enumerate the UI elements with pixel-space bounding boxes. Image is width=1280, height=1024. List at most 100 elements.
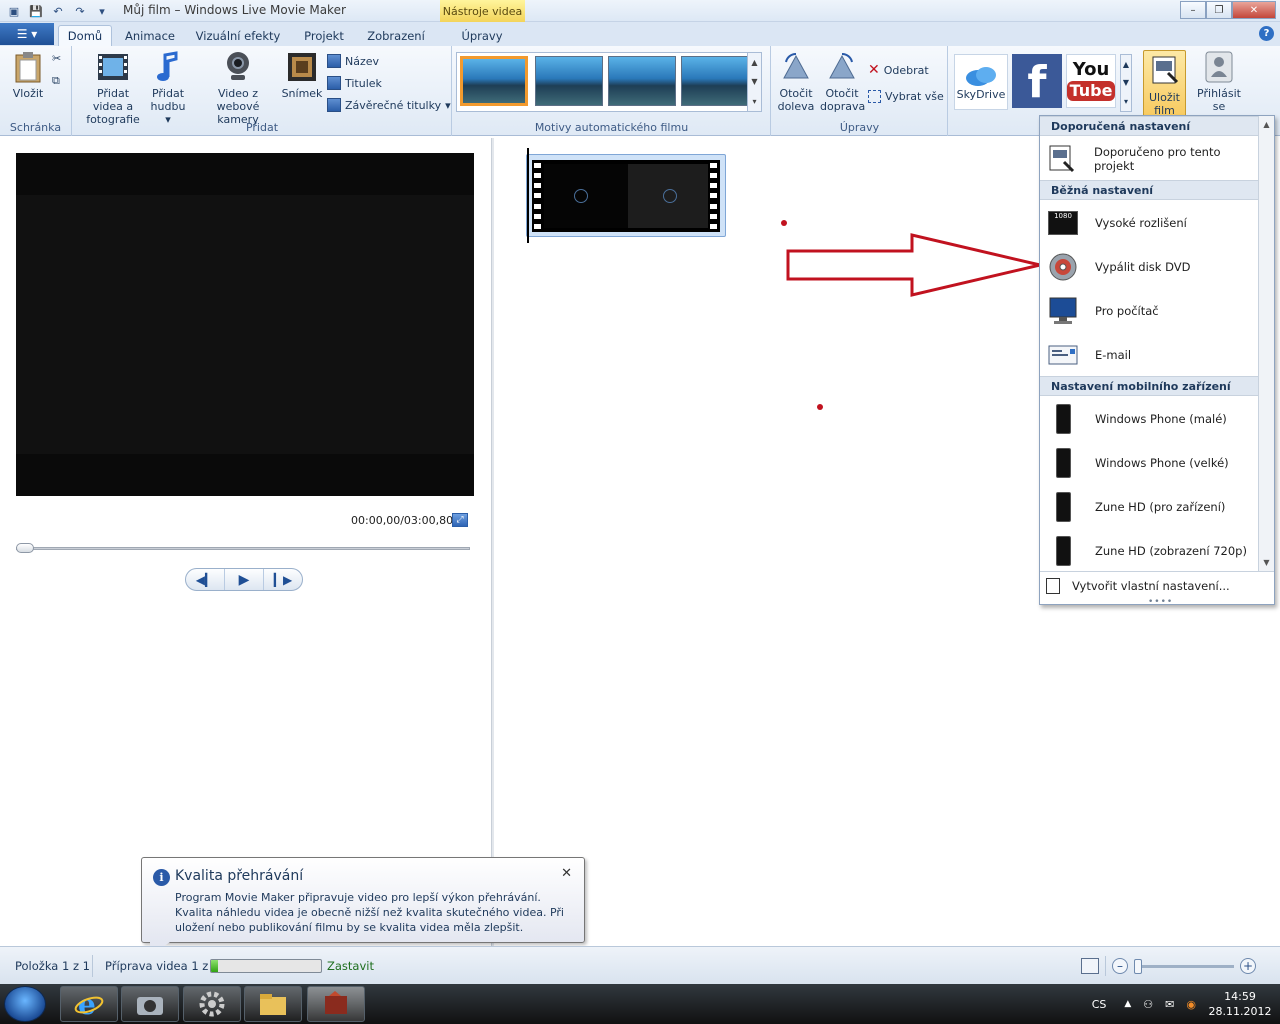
- theme-thumbnail[interactable]: [460, 56, 528, 106]
- tab-view[interactable]: Zobrazení: [360, 25, 432, 46]
- video-preview[interactable]: [16, 153, 474, 496]
- file-explorer-icon[interactable]: [244, 986, 302, 1022]
- maximize-button[interactable]: ❐: [1206, 1, 1232, 19]
- storyboard-clip[interactable]: [526, 154, 726, 237]
- menu-item-zune-hd-720p[interactable]: Zune HD (zobrazení 720p): [1040, 529, 1259, 573]
- remove-button[interactable]: ✕ Odebrat: [868, 62, 929, 78]
- snapshot-button[interactable]: Snímek: [281, 50, 323, 100]
- app-icon[interactable]: ▣: [6, 3, 22, 19]
- menu-item-windows-phone-large[interactable]: Windows Phone (velké): [1040, 441, 1259, 485]
- youtube-logo-tube: Tube: [1066, 81, 1116, 101]
- title-button[interactable]: Název: [327, 54, 379, 68]
- help-icon[interactable]: ?: [1259, 26, 1274, 41]
- theme-thumbnail[interactable]: [608, 56, 676, 106]
- theme-thumbnail[interactable]: [535, 56, 603, 106]
- seek-bar[interactable]: [16, 547, 470, 550]
- caption-icon: [327, 76, 341, 90]
- credits-button[interactable]: Závěrečné titulky ▾: [327, 98, 451, 112]
- expand-gallery-icon[interactable]: ▾: [1124, 97, 1128, 106]
- add-music-button[interactable]: Přidat hudbu ▾: [147, 50, 189, 126]
- timecode: 00:00,00/03:00,80: [351, 514, 454, 527]
- customize-qat-icon[interactable]: ▾: [94, 3, 110, 19]
- menu-scrollbar[interactable]: ▲ ▼: [1258, 116, 1274, 571]
- webcam-video-button[interactable]: Video z webové kamery: [195, 50, 281, 126]
- share-gallery-scroll[interactable]: ▲ ▼ ▾: [1120, 54, 1132, 112]
- scroll-down-icon[interactable]: ▼: [1263, 558, 1269, 567]
- previous-frame-icon[interactable]: ◀▎: [186, 569, 225, 590]
- movie-maker-taskbar-icon[interactable]: [307, 986, 365, 1022]
- menu-item-label: Vysoké rozlišení: [1095, 216, 1187, 230]
- menu-item-recommended[interactable]: Doporučeno pro tento projekt: [1040, 137, 1259, 181]
- menu-item-email[interactable]: E-mail: [1040, 333, 1259, 377]
- menu-item-burn-dvd[interactable]: Vypálit disk DVD: [1040, 245, 1259, 289]
- zoom-out-icon[interactable]: –: [1112, 958, 1128, 974]
- copy-icon[interactable]: ⧉: [52, 74, 60, 88]
- tab-project[interactable]: Projekt: [296, 25, 352, 46]
- stop-link[interactable]: Zastavit: [327, 959, 374, 973]
- rotate-left-button[interactable]: Otočit doleva: [776, 50, 816, 113]
- skydrive-button[interactable]: SkyDrive: [954, 54, 1008, 110]
- mail-icon[interactable]: ✉: [1165, 998, 1174, 1011]
- avast-icon[interactable]: ◉: [1186, 998, 1196, 1011]
- scroll-down-icon[interactable]: ▼: [751, 77, 757, 86]
- expand-gallery-icon[interactable]: ▾: [752, 97, 756, 106]
- redo-icon[interactable]: ↷: [72, 3, 88, 19]
- minimize-button[interactable]: –: [1180, 1, 1206, 19]
- internet-explorer-icon[interactable]: e: [60, 986, 118, 1022]
- menu-section-mobile: Nastavení mobilního zařízení: [1040, 376, 1259, 396]
- add-videos-button[interactable]: Přidat videa a fotografie: [81, 50, 145, 126]
- paste-button[interactable]: Vložit: [8, 50, 48, 100]
- zoom-in-icon[interactable]: +: [1240, 958, 1256, 974]
- youtube-button[interactable]: You Tube: [1066, 54, 1116, 108]
- fullscreen-icon[interactable]: ⤢: [452, 513, 468, 527]
- facebook-button[interactable]: f: [1012, 54, 1062, 108]
- network-icon[interactable]: ⚇: [1143, 998, 1153, 1011]
- zoom-slider[interactable]: [1134, 958, 1234, 974]
- show-hidden-icons-icon[interactable]: ▲: [1124, 999, 1131, 1009]
- menu-item-zune-hd-device[interactable]: Zune HD (pro zařízení): [1040, 485, 1259, 529]
- seek-handle[interactable]: [16, 543, 34, 553]
- gallery-scroll[interactable]: ▲ ▼ ▾: [747, 53, 761, 111]
- close-button[interactable]: ✕: [1232, 1, 1276, 19]
- rotate-right-button[interactable]: Otočit doprava: [820, 50, 865, 113]
- tab-home[interactable]: Domů: [58, 25, 112, 46]
- youtube-logo-you: You: [1072, 59, 1110, 80]
- menu-item-custom-settings[interactable]: Vytvořit vlastní nastavení...: [1040, 571, 1274, 599]
- zoom-slider-handle[interactable]: [1134, 958, 1142, 974]
- tab-visual-effects[interactable]: Vizuální efekty: [190, 25, 286, 46]
- pane-splitter[interactable]: [491, 138, 494, 946]
- scroll-down-icon[interactable]: ▼: [1123, 78, 1129, 87]
- menu-item-for-computer[interactable]: Pro počítač: [1040, 289, 1259, 333]
- scroll-up-icon[interactable]: ▲: [751, 58, 757, 67]
- status-separator: [92, 955, 93, 977]
- select-all-icon: [868, 90, 881, 103]
- caption-button[interactable]: Titulek: [327, 76, 382, 90]
- menu-item-windows-phone-small[interactable]: Windows Phone (malé): [1040, 397, 1259, 441]
- remove-label: Odebrat: [883, 63, 929, 77]
- next-frame-icon[interactable]: ▎▶: [264, 569, 302, 590]
- scroll-up-icon[interactable]: ▲: [1263, 120, 1269, 129]
- save-icon[interactable]: 💾: [28, 3, 44, 19]
- playhead[interactable]: [527, 148, 529, 243]
- select-all-button[interactable]: Vybrat vše: [868, 90, 944, 103]
- menu-item-high-definition[interactable]: 1080 Vysoké rozlišení: [1040, 201, 1259, 245]
- theme-thumbnail[interactable]: [681, 56, 749, 106]
- play-icon[interactable]: ▶: [225, 569, 264, 590]
- cut-icon[interactable]: ✂: [52, 52, 61, 65]
- settings-gear-icon[interactable]: [183, 986, 241, 1022]
- sign-in-label: Přihlásit se: [1197, 87, 1241, 113]
- scroll-up-icon[interactable]: ▲: [1123, 60, 1129, 69]
- tab-animations[interactable]: Animace: [118, 25, 182, 46]
- start-button[interactable]: [4, 986, 46, 1022]
- sign-in-button[interactable]: Přihlásit se: [1196, 50, 1242, 113]
- tab-edit[interactable]: Úpravy: [452, 25, 512, 46]
- skydrive-label: SkyDrive: [956, 87, 1006, 101]
- thumbnail-size-icon[interactable]: [1081, 958, 1099, 974]
- close-balloon-icon[interactable]: ✕: [561, 866, 572, 881]
- camera-app-icon[interactable]: [121, 986, 179, 1022]
- resize-grip[interactable]: ••••: [1148, 597, 1173, 607]
- input-language[interactable]: CS: [1092, 998, 1107, 1011]
- undo-icon[interactable]: ↶: [50, 3, 66, 19]
- clock[interactable]: 14:59 28.11.2012: [1208, 989, 1272, 1019]
- application-menu-button[interactable]: ☰ ▾: [0, 23, 54, 45]
